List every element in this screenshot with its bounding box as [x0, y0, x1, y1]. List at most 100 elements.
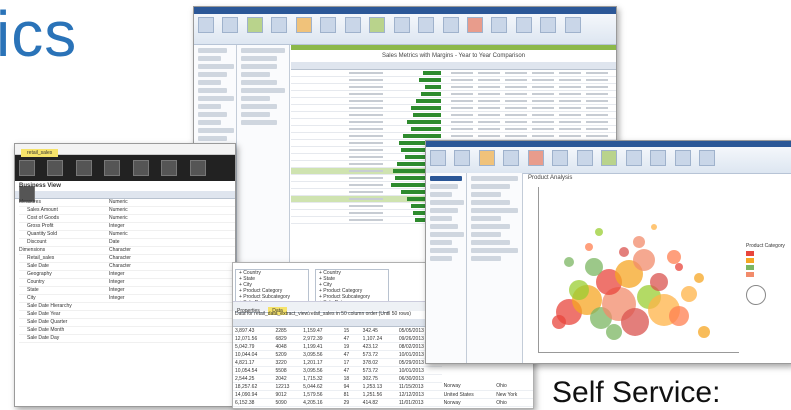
metric-bar [419, 78, 441, 82]
table-cell: 378.02 [360, 358, 397, 367]
list-item[interactable]: Sales Amount Numeric [19, 207, 235, 215]
table-cell: 423.12 [360, 342, 397, 351]
list-item[interactable]: Sale Date Month [19, 327, 235, 335]
table-cell: 15 [341, 406, 361, 408]
toolbar-icon[interactable] [601, 150, 618, 166]
toolbar-icon[interactable] [454, 150, 471, 166]
ribbon-tabs [194, 7, 616, 14]
toolbar-icon[interactable] [674, 150, 691, 166]
list-item[interactable]: Cost of Goods Numeric [19, 215, 235, 223]
list-item[interactable]: City Integer [19, 295, 235, 303]
toolbar-icon[interactable] [527, 150, 544, 166]
list-item[interactable]: Gross Profit Integer [19, 223, 235, 231]
bubble-point [694, 273, 704, 283]
list-item[interactable]: Sale Date Character [19, 263, 235, 271]
table-cell: 11/15/2013 [396, 382, 442, 391]
toolbar-icon[interactable] [75, 160, 92, 176]
table-cell: South Ca [494, 406, 533, 408]
toolbar-icon[interactable] [698, 150, 715, 166]
list-item[interactable]: Sale Date Year [19, 311, 235, 319]
toolbar-icon[interactable] [650, 150, 667, 166]
toolbar-icon[interactable] [369, 17, 386, 33]
toolbar-icon[interactable] [478, 150, 495, 166]
metric-bar [411, 106, 441, 110]
table-cell: 19 [341, 342, 361, 351]
toolbar-icon[interactable] [132, 160, 149, 176]
toolbar-icon[interactable] [491, 17, 508, 33]
table-row[interactable]: 18,257.62 12213 5,044.62 94 1,253.13 11/15/20… [233, 382, 533, 391]
table-row [291, 91, 616, 98]
legend-title: Product Category [746, 243, 785, 249]
list-item[interactable]: Geography Integer [19, 271, 235, 279]
table-row[interactable]: 4,540.3438191,395.5415228.3911/15/2013Un… [233, 406, 533, 408]
table-row[interactable]: 14,090.94 9012 1,579.56 81 1,251.56 12/12/201… [233, 390, 533, 399]
list-item[interactable]: Dimensions Character [19, 247, 235, 255]
table-row[interactable]: 2,544.25 2042 1,715.32 18 302.75 06/30/2013 [233, 374, 533, 383]
bubble-point [552, 315, 566, 329]
toolbar-icon[interactable] [198, 17, 214, 33]
list-item[interactable]: State Integer [19, 287, 235, 295]
toolbar-icon[interactable] [295, 17, 312, 33]
bubble-point [633, 236, 645, 248]
table-cell: 4048 [273, 342, 302, 351]
list-item[interactable]: Country Integer [19, 279, 235, 287]
list-item[interactable]: Sale Date Day [19, 335, 235, 343]
slide-heading: ics [0, 0, 78, 70]
toolbar-icon[interactable] [418, 17, 435, 33]
toolbar-icon[interactable] [344, 17, 361, 33]
list-item[interactable]: Quantity Sold Numeric [19, 231, 235, 239]
table-cell: 11/01/2013 [396, 398, 442, 407]
metric-bar [411, 127, 441, 131]
table-cell: 12/12/2013 [396, 390, 442, 399]
toolbar-icon[interactable] [246, 17, 263, 33]
list-item[interactable]: Sale Date Quarter [19, 319, 235, 327]
table-cell: 3,095.56 [301, 366, 342, 375]
table-cell: 12,071.56 [233, 334, 274, 343]
bubble-point [669, 306, 689, 326]
toolbar-icon[interactable] [47, 160, 64, 176]
table-cell: 3,897.43 [233, 327, 274, 335]
bubble-point [619, 247, 629, 257]
toolbar-icon[interactable] [466, 17, 483, 33]
toolbar-icon[interactable] [442, 17, 459, 33]
table-row[interactable]: 10,054.54 5508 3,095.56 47 573.72 10/01/2013 [233, 366, 533, 375]
table-cell: 414.82 [360, 398, 397, 407]
chart-area: Product Analysis Product Category [524, 173, 791, 363]
table-cell: United States [441, 406, 495, 408]
toolbar-icon[interactable] [625, 150, 642, 166]
table-row [291, 98, 616, 105]
table-cell: Ohio [494, 382, 533, 391]
table-row[interactable]: 6,152.38 5090 4,205.16 29 414.82 11/01/2013 No… [233, 398, 533, 407]
toolbar-icon[interactable] [540, 17, 557, 33]
list-item[interactable]: Measures Numeric [19, 199, 235, 207]
list-item[interactable]: Retail_sales Character [19, 255, 235, 263]
bubble-point [681, 286, 697, 302]
toolbar-icon[interactable] [552, 150, 569, 166]
table-row [291, 105, 616, 112]
list-item[interactable]: Sale Date Hierarchy [19, 303, 235, 311]
toolbar-icon[interactable] [271, 17, 288, 33]
toolbar-icon[interactable] [576, 150, 593, 166]
toolbar-icon[interactable] [515, 17, 532, 33]
table-cell: 9012 [273, 390, 302, 399]
legend-swatch [746, 251, 754, 256]
bubble-point [633, 249, 655, 271]
toolbar-icon[interactable] [222, 17, 239, 33]
toolbar-icon[interactable] [564, 17, 581, 33]
toolbar-icon[interactable] [430, 150, 446, 166]
toolbar-icon[interactable] [189, 160, 206, 176]
toolbar-icon[interactable] [320, 17, 337, 33]
toolbar-icon[interactable] [104, 160, 121, 176]
metric-bar [416, 99, 441, 103]
pane-title: Business View [19, 183, 61, 189]
table-cell: 1,253.13 [360, 382, 397, 391]
list-item[interactable]: Discount Date [19, 239, 235, 247]
toolbar-icon[interactable] [393, 17, 410, 33]
table-cell: 11/15/2013 [396, 406, 442, 408]
bubble-point [650, 273, 668, 291]
toolbar-icon[interactable] [161, 160, 178, 176]
toolbar-icon[interactable] [19, 160, 35, 176]
table-cell: Norway [441, 382, 495, 391]
size-legend-icon [746, 285, 766, 305]
toolbar-icon[interactable] [503, 150, 520, 166]
